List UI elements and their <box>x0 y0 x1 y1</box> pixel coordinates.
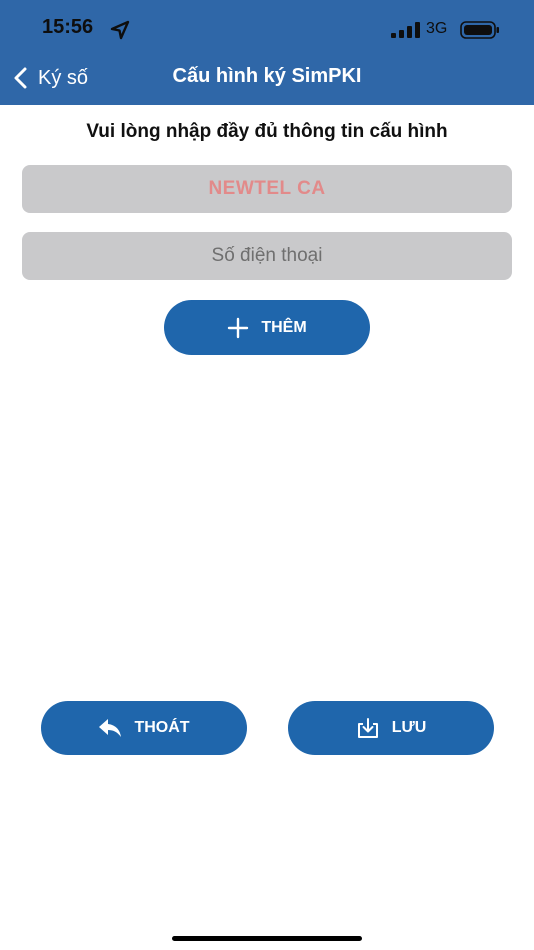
status-time: 15:56 <box>42 16 94 38</box>
location-arrow-icon <box>110 20 130 40</box>
reply-icon <box>99 719 122 737</box>
plus-icon <box>228 317 249 338</box>
add-label: THÊM <box>261 318 307 336</box>
top-bar: 15:56 3G Ký số Cấu hình ký SimPKI <box>0 0 534 105</box>
download-tray-icon <box>357 718 378 738</box>
battery-icon <box>460 21 499 39</box>
save-label: LƯU <box>391 719 427 736</box>
provider-select[interactable]: NEWTEL CA <box>22 165 512 213</box>
provider-value: NEWTEL CA <box>208 178 326 199</box>
signal-icon <box>391 22 420 38</box>
phone-input[interactable] <box>22 232 512 280</box>
save-button[interactable]: LƯU <box>288 701 494 755</box>
phone-field-wrapper <box>22 232 512 280</box>
home-indicator[interactable] <box>172 936 362 941</box>
page-title: Cấu hình ký SimPKI <box>172 65 362 87</box>
exit-button[interactable]: THOÁT <box>41 701 247 755</box>
add-button[interactable]: THÊM <box>164 300 370 355</box>
network-type: 3G <box>426 20 448 37</box>
exit-label: THOÁT <box>134 719 190 736</box>
form-heading: Vui lòng nhập đầy đủ thông tin cấu hình <box>86 121 448 142</box>
